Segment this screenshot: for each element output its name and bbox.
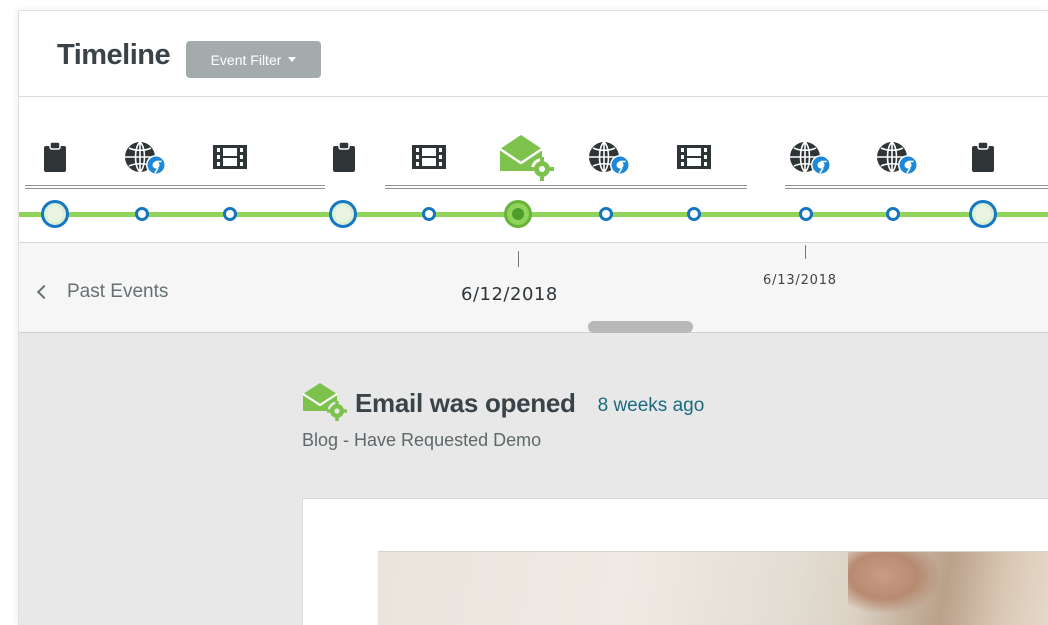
timeline-header: Timeline Event Filter bbox=[19, 11, 1048, 97]
timeline-node[interactable] bbox=[969, 200, 997, 228]
timeline-node[interactable] bbox=[799, 207, 813, 221]
event-filter-button[interactable]: Event Filter bbox=[186, 41, 321, 78]
timeline-node[interactable] bbox=[886, 207, 900, 221]
timeline-node[interactable] bbox=[135, 207, 149, 221]
chrome-globe-icon[interactable] bbox=[788, 140, 832, 176]
film-icon[interactable] bbox=[676, 143, 712, 171]
chevron-left-icon bbox=[36, 284, 52, 300]
event-header: Email was opened 8 weeks ago bbox=[301, 381, 704, 426]
caret-down-icon bbox=[288, 57, 297, 62]
timeline-node[interactable] bbox=[422, 207, 436, 221]
email-preview-image bbox=[378, 551, 1048, 625]
date-tick bbox=[518, 251, 519, 267]
film-icon[interactable] bbox=[411, 143, 447, 171]
event-title: Email was opened bbox=[355, 388, 576, 418]
timeline-node[interactable] bbox=[41, 200, 69, 228]
timeline-node[interactable] bbox=[329, 200, 357, 228]
event-group-line bbox=[785, 185, 1048, 189]
event-detail: Email was opened 8 weeks ago Blog - Have… bbox=[19, 333, 1048, 625]
event-subtitle: Blog - Have Requested Demo bbox=[302, 430, 542, 450]
event-group-line bbox=[385, 185, 747, 189]
event-group-line bbox=[25, 185, 325, 189]
timeline-scroll-handle[interactable] bbox=[588, 321, 693, 333]
date-scale: Past Events 6/12/2018 6/13/2018 bbox=[19, 243, 1048, 333]
timeline-node-selected[interactable] bbox=[504, 200, 532, 228]
past-events-link[interactable]: Past Events bbox=[36, 281, 169, 303]
email-gear-icon bbox=[301, 381, 347, 426]
current-date-label: 6/12/2018 bbox=[461, 284, 558, 305]
timeline-panel: Timeline Event Filter Past Events 6/12/2… bbox=[18, 10, 1048, 625]
clipboard-icon[interactable] bbox=[41, 140, 69, 174]
past-events-label: Past Events bbox=[67, 281, 169, 302]
timeline-track bbox=[19, 97, 1048, 243]
chrome-globe-icon[interactable] bbox=[123, 140, 167, 176]
film-icon[interactable] bbox=[212, 143, 248, 171]
timeline-node[interactable] bbox=[599, 207, 613, 221]
page-title: Timeline bbox=[57, 39, 171, 71]
next-date-label: 6/13/2018 bbox=[763, 273, 837, 288]
event-filter-label: Event Filter bbox=[210, 51, 282, 68]
email-preview-card bbox=[302, 498, 1048, 625]
email-gear-icon[interactable] bbox=[497, 133, 555, 181]
chrome-globe-icon[interactable] bbox=[875, 140, 919, 176]
timeline-node[interactable] bbox=[223, 207, 237, 221]
event-time-ago: 8 weeks ago bbox=[597, 394, 705, 416]
chrome-globe-icon[interactable] bbox=[587, 140, 631, 176]
clipboard-icon[interactable] bbox=[330, 140, 358, 174]
clipboard-icon[interactable] bbox=[969, 140, 997, 174]
timeline-node[interactable] bbox=[687, 207, 701, 221]
date-tick bbox=[805, 245, 806, 259]
